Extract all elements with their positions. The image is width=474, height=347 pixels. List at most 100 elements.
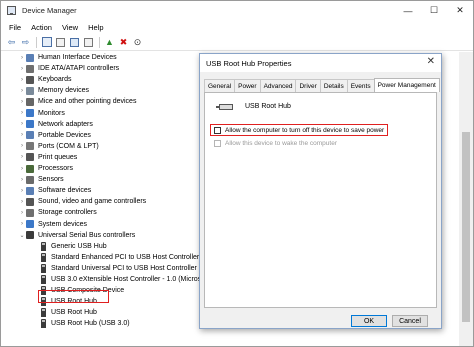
dialog-tabs: General Power Advanced Driver Details Ev… xyxy=(204,78,440,92)
tree-category[interactable]: › Memory devices xyxy=(18,85,89,96)
allow-wake-label: Allow this device to wake the computer xyxy=(225,140,337,147)
minimize-button[interactable]: — xyxy=(395,1,421,20)
menu-action[interactable]: Action xyxy=(26,23,57,32)
menu-view[interactable]: View xyxy=(57,23,83,32)
tree-category[interactable]: › Sensors xyxy=(18,174,64,185)
device-category-icon xyxy=(26,164,34,173)
tree-category-label: System devices xyxy=(38,220,88,228)
tab-events[interactable]: Events xyxy=(346,79,375,92)
tree-category-label: Universal Serial Bus controllers xyxy=(38,231,136,239)
expand-chevron-icon[interactable]: › xyxy=(18,66,26,72)
tree-category-label: Human Interface Devices xyxy=(38,54,117,61)
tree-category[interactable]: › Ports (COM & LPT) xyxy=(18,141,99,152)
device-category-icon xyxy=(26,109,34,117)
tree-category[interactable]: › Processors xyxy=(18,163,73,174)
show-hide-tree-button[interactable] xyxy=(40,36,53,49)
tree-category[interactable]: › Human Interface Devices xyxy=(18,52,117,63)
tab-power[interactable]: Power xyxy=(234,79,261,92)
expand-chevron-icon[interactable]: › xyxy=(18,177,26,183)
expand-chevron-icon[interactable]: › xyxy=(18,132,26,138)
expand-chevron-icon[interactable]: ⌄ xyxy=(18,232,26,239)
scrollbar-thumb[interactable] xyxy=(462,132,470,322)
tree-category[interactable]: › Network adapters xyxy=(18,119,93,130)
tree-category-label: Keyboards xyxy=(38,76,72,84)
expand-chevron-icon[interactable]: › xyxy=(18,55,26,61)
properties-button[interactable] xyxy=(54,36,67,49)
tree-category[interactable]: ⌄ Universal Serial Bus controllers xyxy=(18,230,135,241)
expand-chevron-icon[interactable]: › xyxy=(18,143,26,149)
ok-button[interactable]: OK xyxy=(351,315,387,327)
back-arrow-icon[interactable]: ⇦ xyxy=(5,36,18,49)
tab-driver[interactable]: Driver xyxy=(295,79,321,92)
view-button[interactable] xyxy=(82,36,95,49)
tab-power-management[interactable]: Power Management xyxy=(373,78,440,92)
cancel-button[interactable]: Cancel xyxy=(392,315,428,327)
tree-category[interactable]: › Sound, video and game controllers xyxy=(18,196,146,207)
tree-category[interactable]: › System devices xyxy=(18,219,87,230)
expand-chevron-icon[interactable]: › xyxy=(18,110,26,116)
title-bar: Device Manager — ☐ ✕ xyxy=(1,1,473,20)
close-button[interactable]: ✕ xyxy=(447,1,473,20)
toolbar-separator xyxy=(36,36,37,48)
toolbar-separator xyxy=(99,36,100,48)
tab-general[interactable]: General xyxy=(204,79,236,92)
usb-device-item[interactable]: USB Root Hub (USB 3.0) xyxy=(40,318,130,329)
tree-category-label: Ports (COM & LPT) xyxy=(38,142,99,150)
expand-chevron-icon[interactable]: › xyxy=(18,221,26,227)
usb-device-item[interactable]: Generic USB Hub xyxy=(40,241,107,252)
tree-category-label: Mice and other pointing devices xyxy=(38,98,137,106)
forward-arrow-icon[interactable]: ⇨ xyxy=(19,36,32,49)
tree-category[interactable]: › Monitors xyxy=(18,108,65,119)
tree-category-label: Memory devices xyxy=(38,87,89,95)
usb-device-label: Generic USB Hub xyxy=(51,242,107,250)
device-category-icon xyxy=(26,142,34,151)
update-driver-icon[interactable]: ▲ xyxy=(103,36,116,49)
expand-chevron-icon[interactable]: › xyxy=(18,77,26,83)
dialog-close-icon[interactable]: ✕ xyxy=(427,56,435,67)
tree-category[interactable]: › Portable Devices xyxy=(18,130,91,141)
tab-details[interactable]: Details xyxy=(319,79,348,92)
scan-hardware-icon[interactable]: ⊙ xyxy=(131,36,144,49)
view-icon xyxy=(84,37,93,47)
usb-plug-icon xyxy=(216,103,233,110)
expand-chevron-icon[interactable]: › xyxy=(18,188,26,194)
expand-chevron-icon[interactable]: › xyxy=(18,199,26,205)
toolbar: ⇦ ⇨ ▲ ✖ ⊙ xyxy=(1,34,473,51)
expand-chevron-icon[interactable]: › xyxy=(18,210,26,216)
uninstall-icon[interactable]: ✖ xyxy=(117,36,130,49)
usb-device-item[interactable]: Standard Universal PCI to USB Host Contr… xyxy=(40,263,197,274)
device-tree-scrollbar[interactable] xyxy=(459,52,473,346)
tree-category-label: Network adapters xyxy=(38,120,93,128)
dialog-title: USB Root Hub Properties xyxy=(206,58,292,68)
menu-help[interactable]: Help xyxy=(83,23,108,32)
device-category-icon xyxy=(26,120,34,129)
device-category-icon xyxy=(26,97,34,106)
usb-device-item[interactable]: USB Root Hub xyxy=(40,307,97,318)
tree-category-label: Storage controllers xyxy=(38,209,97,217)
expand-chevron-icon[interactable]: › xyxy=(18,99,26,105)
usb-root-hub-highlight xyxy=(38,290,109,303)
usb-device-label: USB 3.0 eXtensible Host Controller - 1.0… xyxy=(51,276,199,283)
menu-file[interactable]: File xyxy=(4,23,26,32)
help-button[interactable] xyxy=(68,36,81,49)
tree-category[interactable]: › Print queues xyxy=(18,152,77,163)
expand-chevron-icon[interactable]: › xyxy=(18,154,26,160)
usb-device-label: USB Root Hub (USB 3.0) xyxy=(51,320,130,328)
tree-category[interactable]: › IDE ATA/ATAPI controllers xyxy=(18,63,119,74)
expand-chevron-icon[interactable]: › xyxy=(18,166,26,172)
usb-device-item[interactable]: USB 3.0 eXtensible Host Controller - 1.0… xyxy=(40,274,199,285)
expand-chevron-icon[interactable]: › xyxy=(18,121,26,127)
device-header: USB Root Hub xyxy=(216,103,291,110)
tree-category[interactable]: › Software devices xyxy=(18,185,91,196)
usb-connector-icon xyxy=(41,319,46,329)
tree-category[interactable]: › Storage controllers xyxy=(18,207,97,218)
expand-chevron-icon[interactable]: › xyxy=(18,88,26,94)
tree-category[interactable]: › Keyboards xyxy=(18,74,71,85)
maximize-button[interactable]: ☐ xyxy=(421,1,447,20)
device-category-icon xyxy=(26,208,34,217)
usb-device-item[interactable]: Standard Enhanced PCI to USB Host Contro… xyxy=(40,252,199,263)
tab-advanced[interactable]: Advanced xyxy=(259,79,297,92)
menu-bar: File Action View Help xyxy=(1,20,473,34)
tree-category[interactable]: › Mice and other pointing devices xyxy=(18,96,136,107)
usb-connector-icon xyxy=(41,308,46,318)
